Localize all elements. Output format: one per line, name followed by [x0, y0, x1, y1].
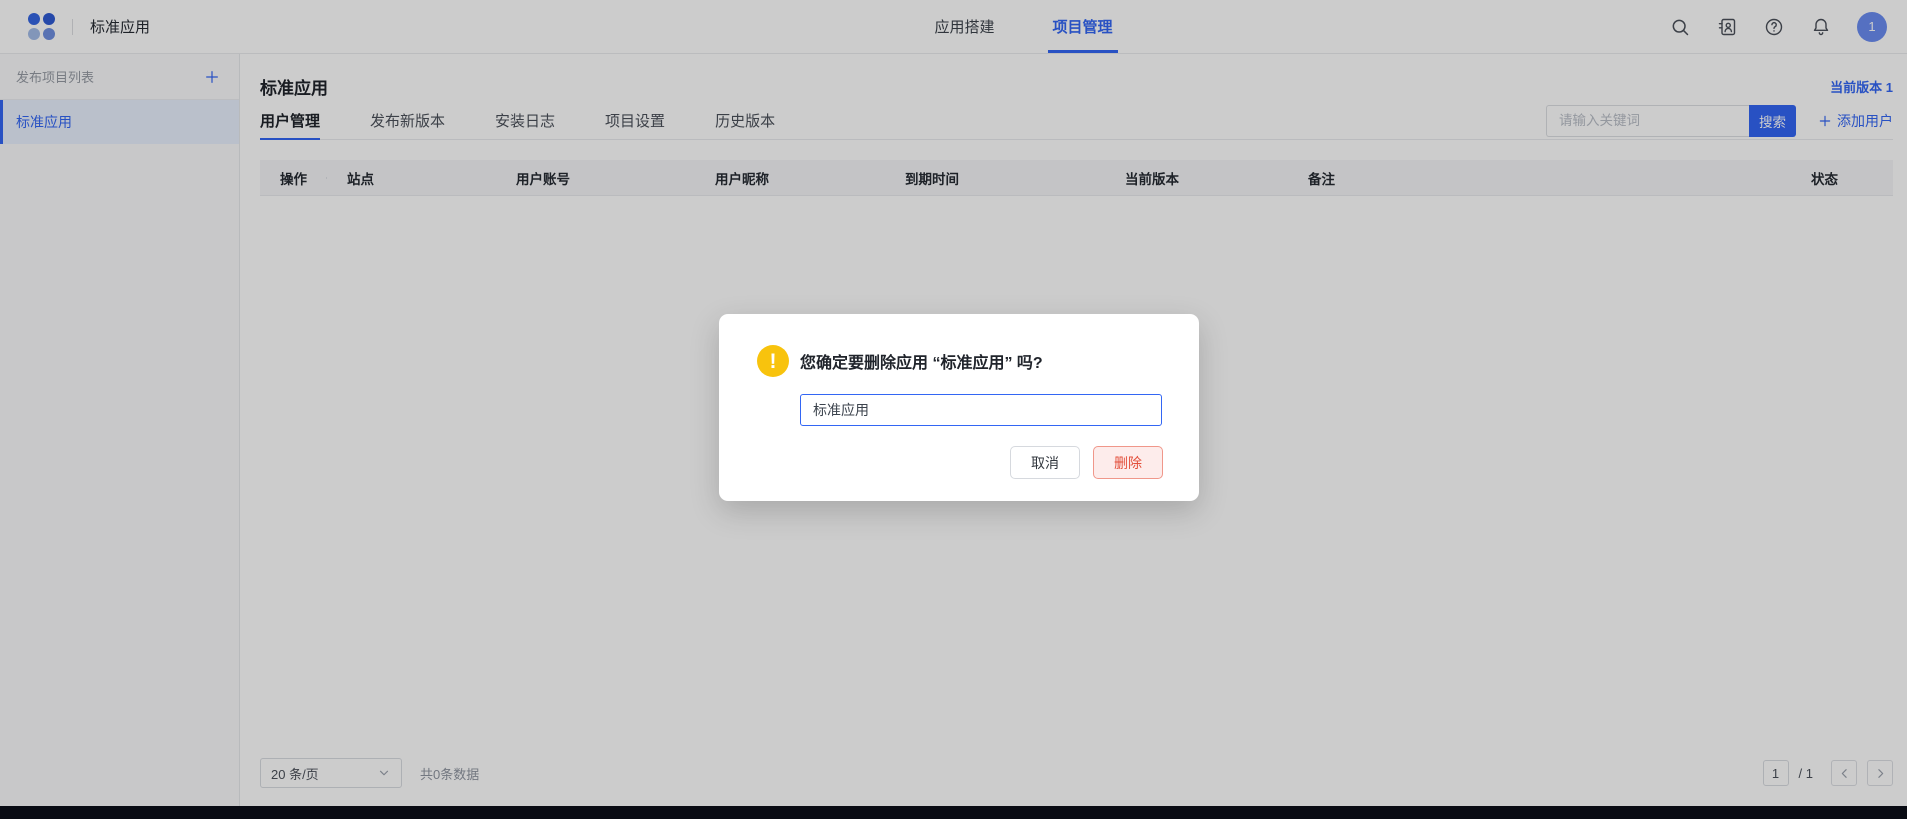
- delete-button[interactable]: 删除: [1093, 446, 1163, 479]
- app-screen: 标准应用 应用搭建 项目管理: [0, 0, 1907, 819]
- delete-confirm-dialog: ! 您确定要删除应用 “标准应用” 吗? 取消 删除: [719, 314, 1199, 501]
- dialog-buttons: 取消 删除: [757, 446, 1163, 479]
- dialog-title: 您确定要删除应用 “标准应用” 吗?: [800, 349, 1043, 373]
- dialog-header: ! 您确定要删除应用 “标准应用” 吗?: [757, 345, 1163, 377]
- warning-icon: !: [757, 345, 789, 377]
- cancel-button[interactable]: 取消: [1010, 446, 1080, 479]
- confirm-app-name-input[interactable]: [800, 394, 1162, 426]
